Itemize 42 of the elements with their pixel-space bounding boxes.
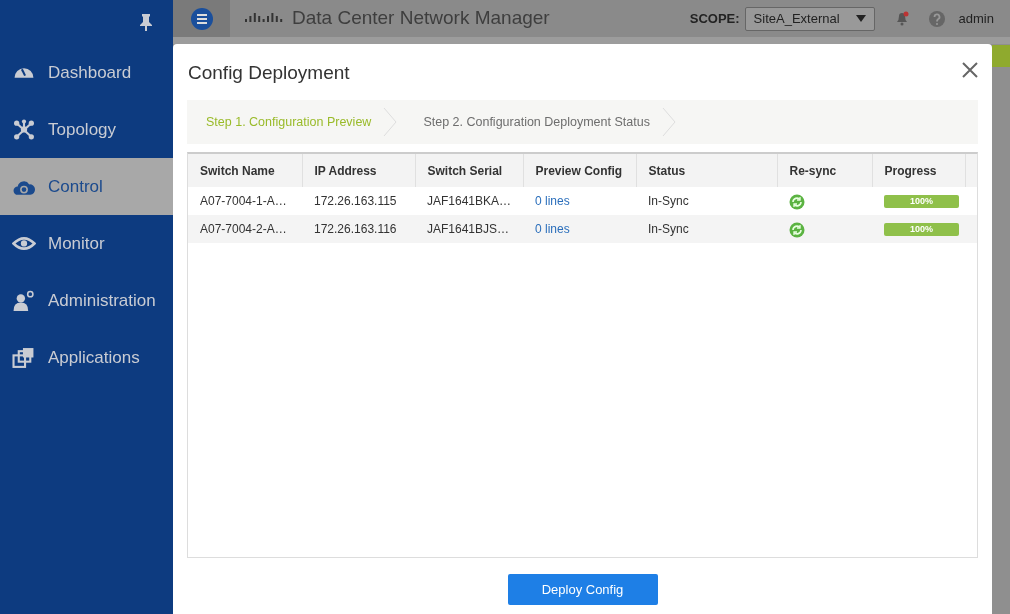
admin-icon: [12, 289, 36, 312]
bell-icon[interactable]: [894, 11, 909, 26]
sidebar-item[interactable]: Control: [0, 158, 173, 215]
caret-icon: [855, 15, 866, 22]
column-header[interactable]: Status: [636, 154, 777, 187]
column-header[interactable]: Progress: [872, 154, 965, 187]
resync-icon[interactable]: [789, 193, 805, 210]
help-icon[interactable]: [928, 10, 945, 27]
deploy-button[interactable]: Deploy Config: [507, 574, 658, 605]
table-cell: A07-7004-1-A…: [188, 187, 302, 215]
sidebar-item[interactable]: Administration: [0, 272, 173, 329]
progress-bar: 100%: [884, 194, 959, 208]
windows-icon: [12, 346, 36, 369]
progress-bar: 100%: [884, 222, 959, 236]
table-cell: In-Sync: [636, 187, 777, 215]
sidebar-item[interactable]: Monitor: [0, 215, 173, 272]
user-name[interactable]: admin: [958, 8, 994, 29]
column-header[interactable]: Preview Config: [523, 154, 636, 187]
sidebar-item[interactable]: Dashboard: [0, 44, 173, 101]
table-cell: JAF1641BJS…: [415, 215, 523, 243]
sidebar-item[interactable]: Topology: [0, 101, 173, 158]
table-cell: A07-7004-2-A…: [188, 215, 302, 243]
scope-dropdown[interactable]: SiteA_External: [744, 6, 875, 31]
resync-icon[interactable]: [789, 221, 805, 238]
column-header[interactable]: Switch Name: [188, 154, 302, 187]
wizard-step[interactable]: Step 2. Configuration Deployment Status: [423, 112, 650, 132]
network-icon: [12, 118, 36, 141]
column-header[interactable]: IP Address: [302, 154, 415, 187]
sidebar-item[interactable]: Applications: [0, 329, 173, 386]
preview-link[interactable]: 0 lines: [535, 222, 570, 236]
app-title: Data Center Network Manager: [292, 6, 550, 31]
dialog-title: Config Deployment: [188, 61, 350, 85]
column-header[interactable]: Re-sync: [777, 154, 872, 187]
table-cell: 172.26.163.116: [302, 215, 415, 243]
table-cell: In-Sync: [636, 215, 777, 243]
preview-link[interactable]: 0 lines: [535, 194, 570, 208]
column-header[interactable]: Switch Serial: [415, 154, 523, 187]
menu-icon[interactable]: [190, 7, 213, 30]
table-cell: 172.26.163.115: [302, 187, 415, 215]
scope-label: SCOPE:: [689, 9, 740, 28]
table-cell: JAF1641BKA…: [415, 187, 523, 215]
pin-icon[interactable]: [139, 13, 153, 31]
